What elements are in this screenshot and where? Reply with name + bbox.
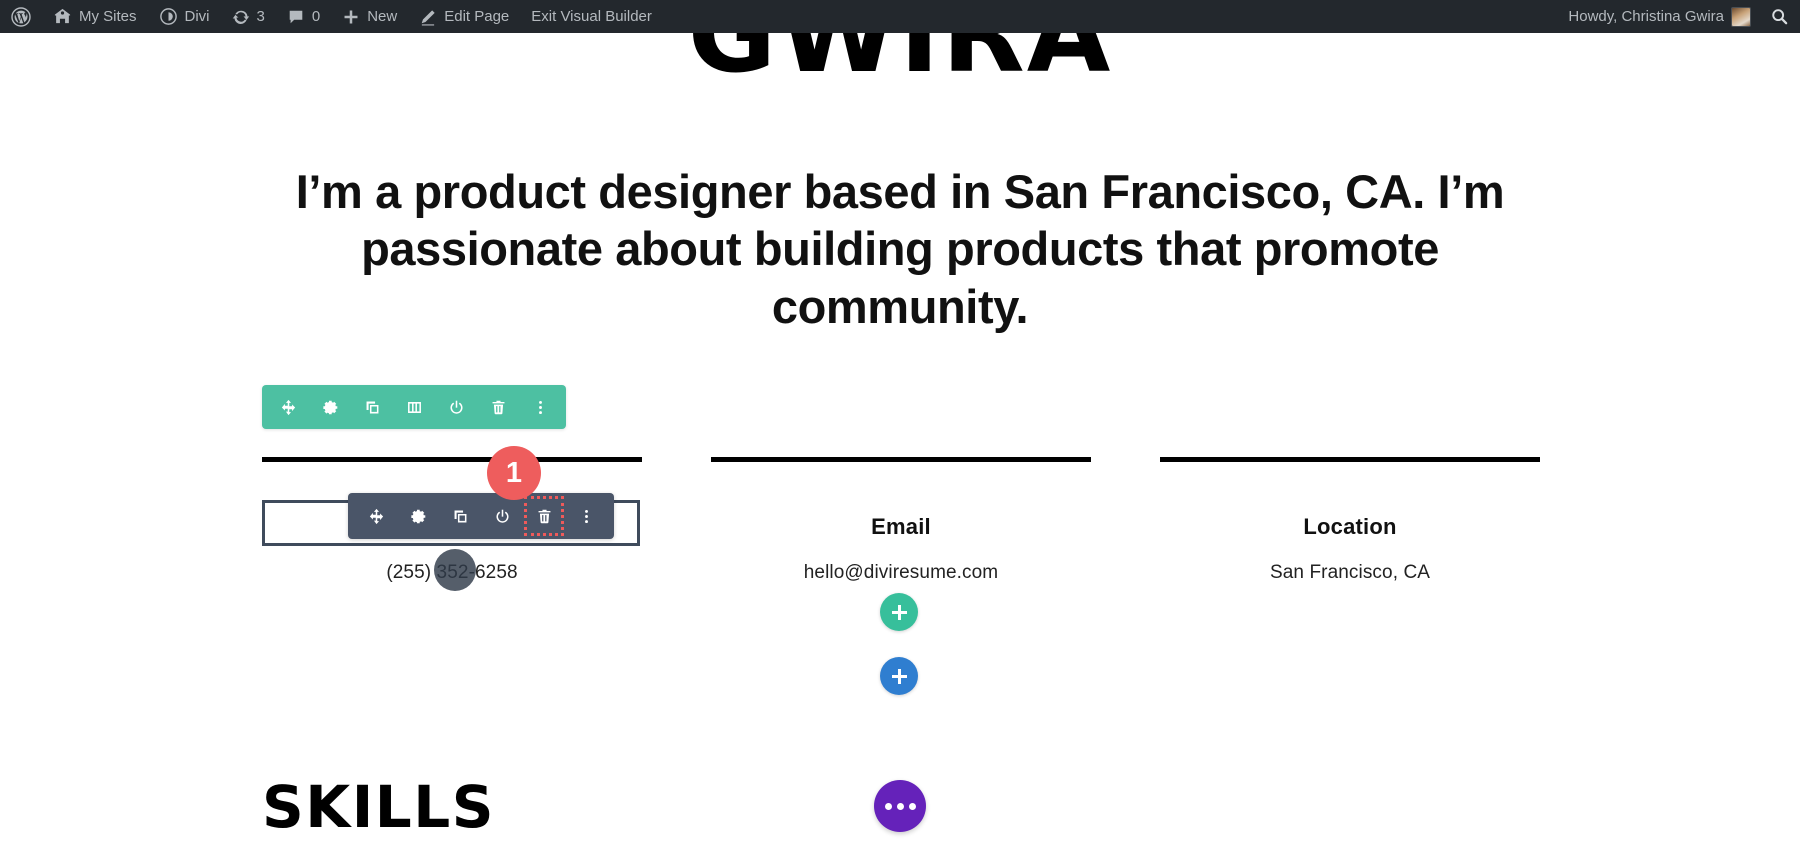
search-icon[interactable] (1759, 0, 1800, 33)
howdy-label: Howdy, Christina Gwira (1568, 8, 1724, 25)
adminbar-item-new[interactable]: New (331, 0, 408, 33)
comment-icon (287, 8, 305, 26)
contact-value-email[interactable]: hello@diviresume.com (711, 562, 1091, 584)
divi-builder-menu-button[interactable] (874, 780, 926, 832)
move-icon[interactable] (276, 395, 300, 419)
page-canvas: GWIRA I’m a product designer based in Sa… (0, 0, 1800, 847)
adminbar-label-comments: 0 (311, 8, 321, 25)
trash-icon[interactable] (524, 496, 564, 536)
updates-icon (232, 8, 250, 26)
adminbar-label-new: New (367, 8, 398, 25)
row-toolbar (262, 385, 566, 429)
trash-icon[interactable] (486, 395, 510, 419)
contact-column-location[interactable]: Location San Francisco, CA (1160, 457, 1540, 584)
wp-admin-bar: My Sites Divi 3 0 New Edit Page Exit Vis… (0, 0, 1800, 33)
dots-vertical-icon[interactable] (574, 504, 598, 528)
skills-heading: SKILLS (262, 773, 495, 841)
gear-icon[interactable] (406, 504, 430, 528)
dots-vertical-icon[interactable] (528, 395, 552, 419)
column-divider (1160, 457, 1540, 462)
column-divider (711, 457, 1091, 462)
adminbar-item-edit-page[interactable]: Edit Page (408, 0, 520, 33)
pencil-icon (419, 8, 437, 26)
cursor-indicator (434, 549, 476, 591)
adminbar-label-edit-page: Edit Page (444, 8, 510, 25)
move-icon[interactable] (364, 504, 388, 528)
contact-value-location[interactable]: San Francisco, CA (1160, 562, 1540, 584)
adminbar-item-divi[interactable]: Divi (148, 0, 221, 33)
divi-icon (159, 7, 178, 26)
adminbar-item-my-sites[interactable]: My Sites (42, 0, 148, 33)
dots-horizontal-icon (884, 802, 892, 810)
adminbar-item-exit-visual-builder[interactable]: Exit Visual Builder (520, 0, 663, 33)
plus-icon (342, 8, 360, 26)
add-section-button[interactable] (880, 657, 918, 695)
sites-icon (53, 7, 72, 26)
intro-text[interactable]: I’m a product designer based in San Fran… (260, 163, 1540, 335)
plus-icon (891, 604, 907, 620)
column-divider (262, 457, 642, 462)
dots-horizontal-icon (896, 802, 904, 810)
power-icon[interactable] (490, 504, 514, 528)
adminbar-item-comments[interactable]: 0 (276, 0, 331, 33)
step-badge: 1 (487, 446, 541, 500)
duplicate-icon[interactable] (448, 504, 472, 528)
contact-title-location: Location (1303, 514, 1397, 539)
gear-icon[interactable] (318, 395, 342, 419)
plus-icon (891, 668, 907, 684)
adminbar-label-updates: 3 (256, 8, 265, 25)
columns-icon[interactable] (402, 395, 426, 419)
adminbar-account-menu[interactable]: Howdy, Christina Gwira (1557, 0, 1759, 33)
contact-column-email[interactable]: Email hello@diviresume.com (711, 457, 1091, 584)
wordpress-logo-icon[interactable] (0, 0, 42, 33)
module-toolbar (348, 493, 614, 539)
adminbar-item-updates[interactable]: 3 (221, 0, 276, 33)
contact-title-email: Email (871, 514, 931, 539)
adminbar-label-divi: Divi (184, 8, 210, 25)
adminbar-label-exit-visual-builder: Exit Visual Builder (531, 8, 652, 25)
avatar (1731, 6, 1751, 27)
add-row-button[interactable] (880, 593, 918, 631)
adminbar-label-my-sites: My Sites (79, 8, 137, 25)
dots-horizontal-icon (908, 802, 916, 810)
duplicate-icon[interactable] (360, 395, 384, 419)
power-icon[interactable] (444, 395, 468, 419)
